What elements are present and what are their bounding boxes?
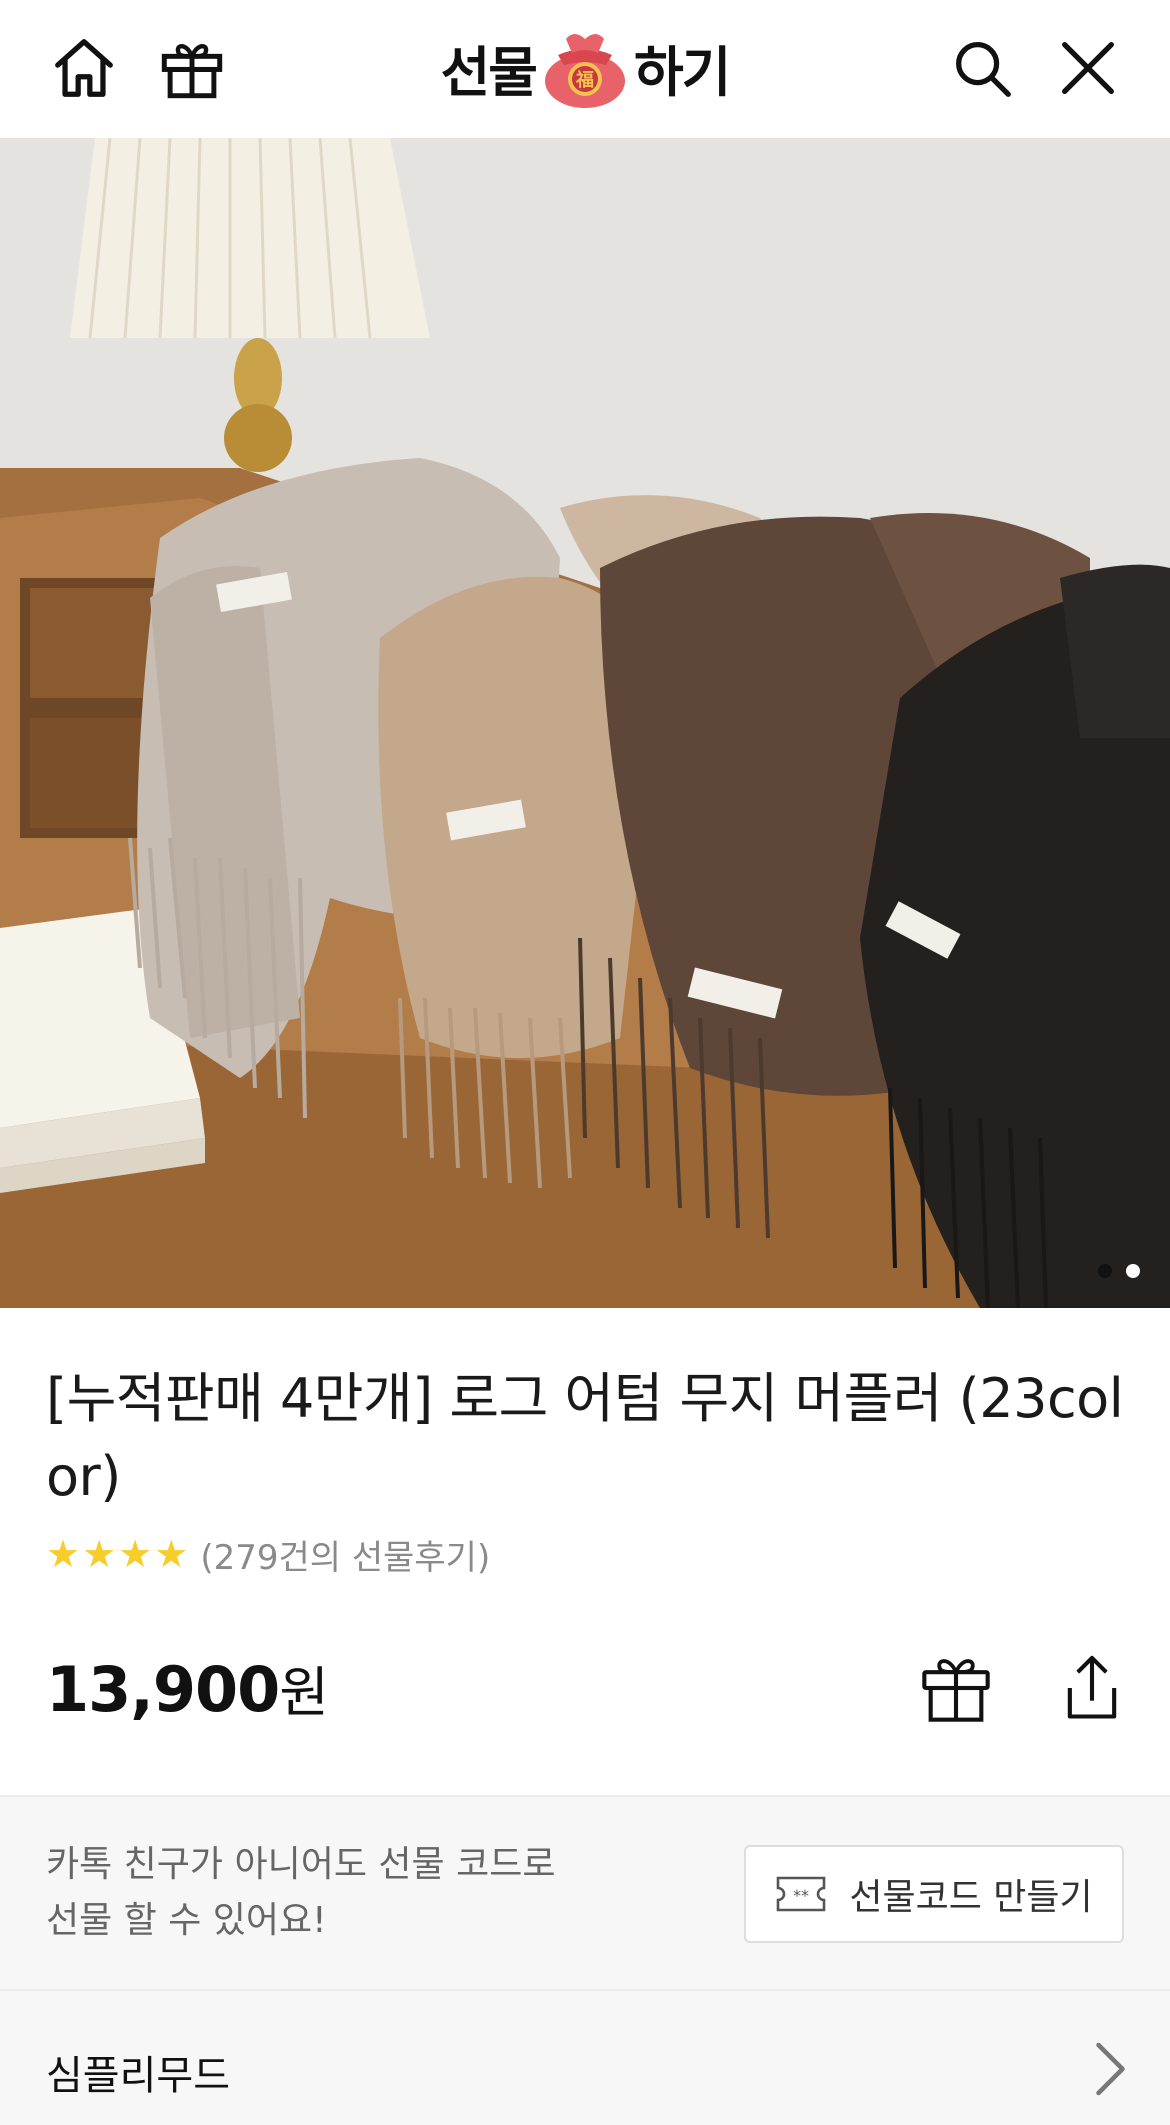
- svg-text:福: 福: [575, 69, 594, 91]
- top-header: 선물 福 하기: [0, 0, 1170, 138]
- product-photo-scarves: [0, 138, 1170, 1308]
- search-button[interactable]: [940, 26, 1024, 110]
- gift-code-section: 카톡 친구가 아니어도 선물 코드로 선물 할 수 있어요! ** 선물코드 만…: [0, 1795, 1170, 1991]
- brand-name: 심플리무드: [46, 2053, 230, 2099]
- gift-code-description: 카톡 친구가 아니어도 선물 코드로 선물 할 수 있어요!: [46, 1837, 555, 1949]
- product-title: [누적판매 4만개] 로그 어텀 무지 머플러 (23color): [46, 1367, 1124, 1508]
- rating-row[interactable]: ★ ★ ★ ★ (279건의 선물후기): [46, 1530, 490, 1578]
- review-count: (279건의 선물후기): [200, 1537, 491, 1578]
- star-icon: ★: [46, 1532, 81, 1576]
- carousel-indicator[interactable]: [1098, 1264, 1140, 1278]
- price-unit: 원: [279, 1661, 329, 1724]
- search-icon: [956, 42, 1011, 97]
- svg-text:**: **: [793, 1886, 809, 1905]
- star-icon: ★: [82, 1532, 117, 1576]
- product-image-carousel[interactable]: [0, 138, 1170, 1308]
- star-icon: ★: [118, 1532, 153, 1576]
- gift-icon: [922, 1659, 990, 1722]
- product-page: 선물 福 하기 [누적판매 4만개] 로그 어텀 무지 머플러 (23color…: [0, 0, 1170, 2125]
- ticket-icon: **: [777, 1876, 826, 1912]
- gift-action-button[interactable]: [908, 1640, 1004, 1736]
- share-button[interactable]: [1044, 1640, 1140, 1736]
- carousel-dot-2[interactable]: [1126, 1264, 1140, 1278]
- close-button[interactable]: [1046, 26, 1130, 110]
- logo-text-left: 선물: [440, 40, 538, 104]
- create-gift-code-label: 선물코드 만들기: [849, 1877, 1093, 1918]
- brand-row[interactable]: 심플리무드: [0, 1991, 1170, 2125]
- star-icon: ★: [154, 1532, 189, 1576]
- gift-code-line-2: 선물 할 수 있어요!: [46, 1900, 327, 1941]
- logo-text-right: 하기: [634, 40, 731, 104]
- close-icon: [1062, 42, 1114, 94]
- product-price: 13,900원: [46, 1648, 329, 1727]
- chevron-right-icon: [1096, 2042, 1125, 2096]
- share-icon: [1067, 1655, 1117, 1719]
- create-gift-code-button[interactable]: ** 선물코드 만들기: [744, 1845, 1124, 1943]
- gift-code-line-1: 카톡 친구가 아니어도 선물 코드로: [46, 1844, 556, 1885]
- lucky-pouch-icon: 福: [545, 34, 625, 108]
- carousel-dot-1[interactable]: [1098, 1264, 1112, 1278]
- price-number: 13,900: [46, 1653, 280, 1726]
